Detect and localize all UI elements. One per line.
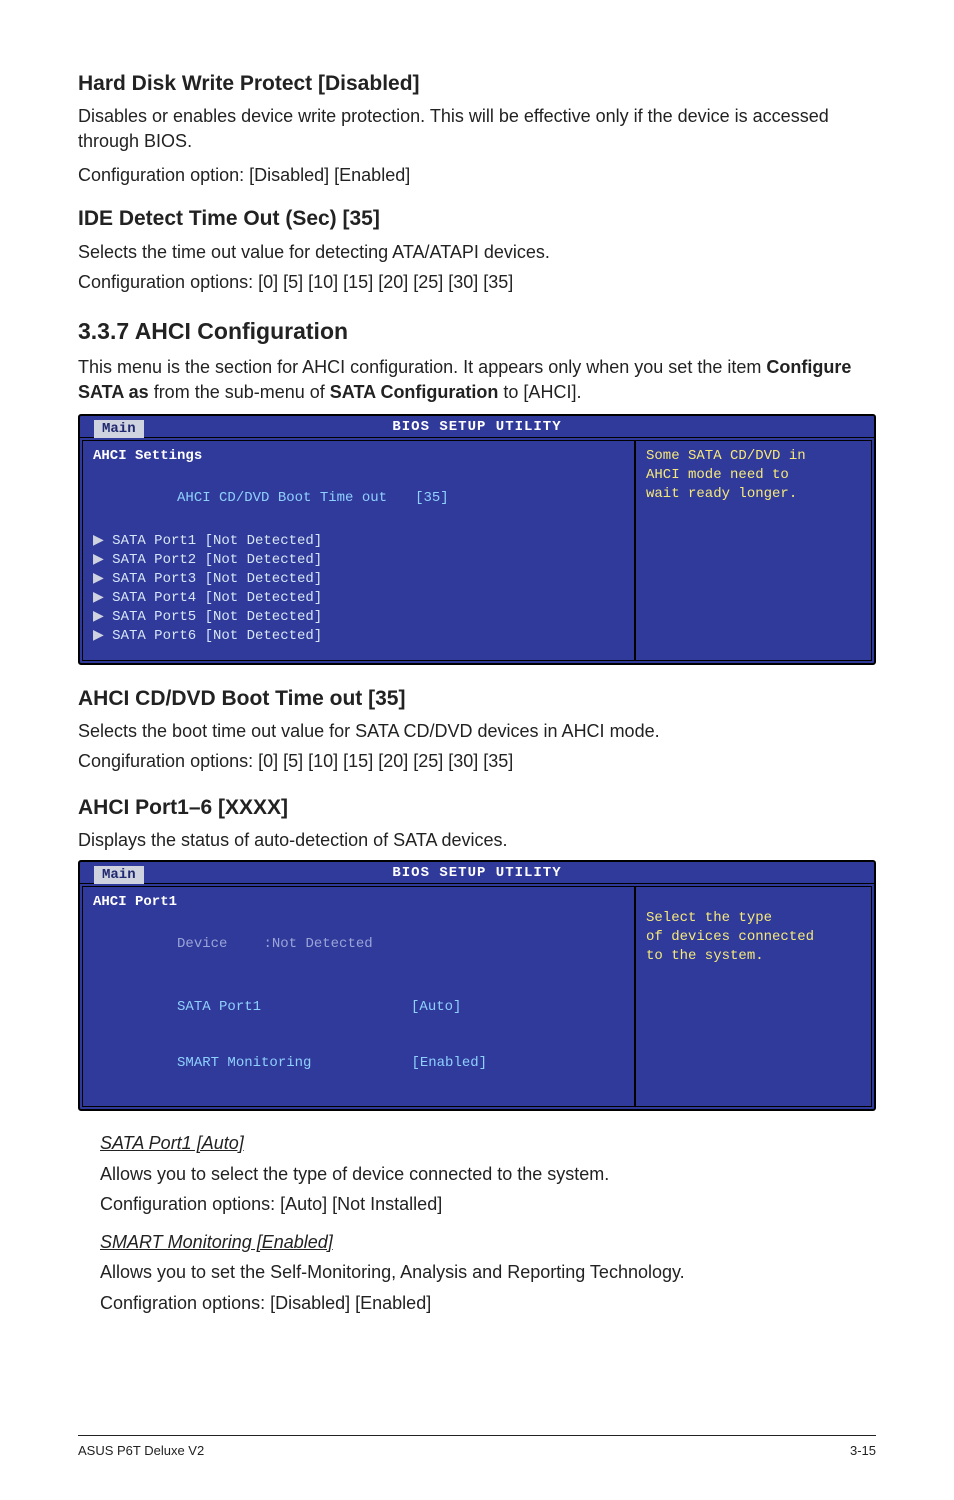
paragraph: Configration options: [Disabled] [Enable… (100, 1291, 876, 1315)
bios-title: BIOS SETUP UTILITY (80, 864, 874, 883)
bios-help-text: of devices connected (646, 928, 861, 947)
bios-submenu: SATA Port4 [Not Detected] (112, 590, 322, 606)
paragraph: Configuration options: [Auto] [Not Insta… (100, 1192, 876, 1216)
heading-ahci-port: AHCI Port1–6 [XXXX] (78, 794, 876, 822)
bios-screenshot-ahci-settings: BIOS SETUP UTILITY Main AHCI Settings AH… (78, 414, 876, 665)
bios-screenshot-ahci-port: BIOS SETUP UTILITY Main AHCI Port1 Devic… (78, 860, 876, 1111)
triangle-icon: ▶ (93, 609, 112, 625)
triangle-icon: ▶ (93, 571, 112, 587)
paragraph: Disables or enables device write protect… (78, 104, 876, 153)
heading-hd-write-protect: Hard Disk Write Protect [Disabled] (78, 70, 876, 98)
bios-item-value: [35] (415, 490, 449, 506)
footer-page-number: 3-15 (850, 1442, 876, 1460)
paragraph: Allows you to set the Self-Monitoring, A… (100, 1260, 876, 1284)
paragraph: Configuration option: [Disabled] [Enable… (78, 163, 876, 187)
bios-submenu: SATA Port5 [Not Detected] (112, 609, 322, 625)
text: from the sub-menu of (149, 382, 330, 402)
section-title-ahci-config: 3.3.7 AHCI Configuration (78, 316, 876, 347)
page-footer: ASUS P6T Deluxe V2 3-15 (78, 1435, 876, 1460)
bios-tab-main: Main (94, 420, 144, 438)
bios-item-label: AHCI CD/DVD Boot Time out (177, 490, 387, 506)
bios-item-label: SMART Monitoring (177, 1055, 311, 1071)
subheading-smart-monitoring: SMART Monitoring [Enabled] (100, 1232, 333, 1252)
footer-product: ASUS P6T Deluxe V2 (78, 1442, 204, 1460)
bios-title: BIOS SETUP UTILITY (80, 418, 874, 437)
bios-item-label: Device (177, 936, 227, 952)
bios-help-text: Select the type (646, 909, 861, 928)
paragraph: Allows you to select the type of device … (100, 1162, 876, 1186)
bios-submenu: SATA Port3 [Not Detected] (112, 571, 322, 587)
bios-section-header: AHCI Port1 (93, 893, 624, 912)
bios-item-value: [Auto] (411, 999, 461, 1015)
heading-ide-detect: IDE Detect Time Out (Sec) [35] (78, 205, 876, 233)
text: to [AHCI]. (498, 382, 581, 402)
bios-help-text: Some SATA CD/DVD in (646, 447, 861, 466)
bios-item-value: [Enabled] (411, 1055, 487, 1071)
bios-item-label: SATA Port1 (177, 999, 261, 1015)
bios-item-value: :Not Detected (263, 936, 372, 952)
bios-submenu: SATA Port1 [Not Detected] (112, 533, 322, 549)
heading-ahci-boot-time: AHCI CD/DVD Boot Time out [35] (78, 685, 876, 713)
paragraph: Configuration options: [0] [5] [10] [15]… (78, 270, 876, 294)
paragraph: This menu is the section for AHCI config… (78, 355, 876, 404)
bios-section-header: AHCI Settings (93, 447, 624, 466)
bios-tab-main: Main (94, 866, 144, 884)
bios-help-text: AHCI mode need to (646, 466, 861, 485)
paragraph: Selects the boot time out value for SATA… (78, 719, 876, 743)
bios-submenu: SATA Port6 [Not Detected] (112, 628, 322, 644)
paragraph: Selects the time out value for detecting… (78, 240, 876, 264)
text: This menu is the section for AHCI config… (78, 357, 766, 377)
triangle-icon: ▶ (93, 628, 112, 644)
bios-help-text: wait ready longer. (646, 485, 861, 504)
triangle-icon: ▶ (93, 552, 112, 568)
triangle-icon: ▶ (93, 590, 112, 606)
triangle-icon: ▶ (93, 533, 112, 549)
subheading-sata-port1: SATA Port1 [Auto] (100, 1133, 244, 1153)
bios-help-text: to the system. (646, 947, 861, 966)
bold-text: SATA Configuration (330, 382, 499, 402)
paragraph: Congifuration options: [0] [5] [10] [15]… (78, 749, 876, 773)
paragraph: Displays the status of auto-detection of… (78, 828, 876, 852)
bios-submenu: SATA Port2 [Not Detected] (112, 552, 322, 568)
